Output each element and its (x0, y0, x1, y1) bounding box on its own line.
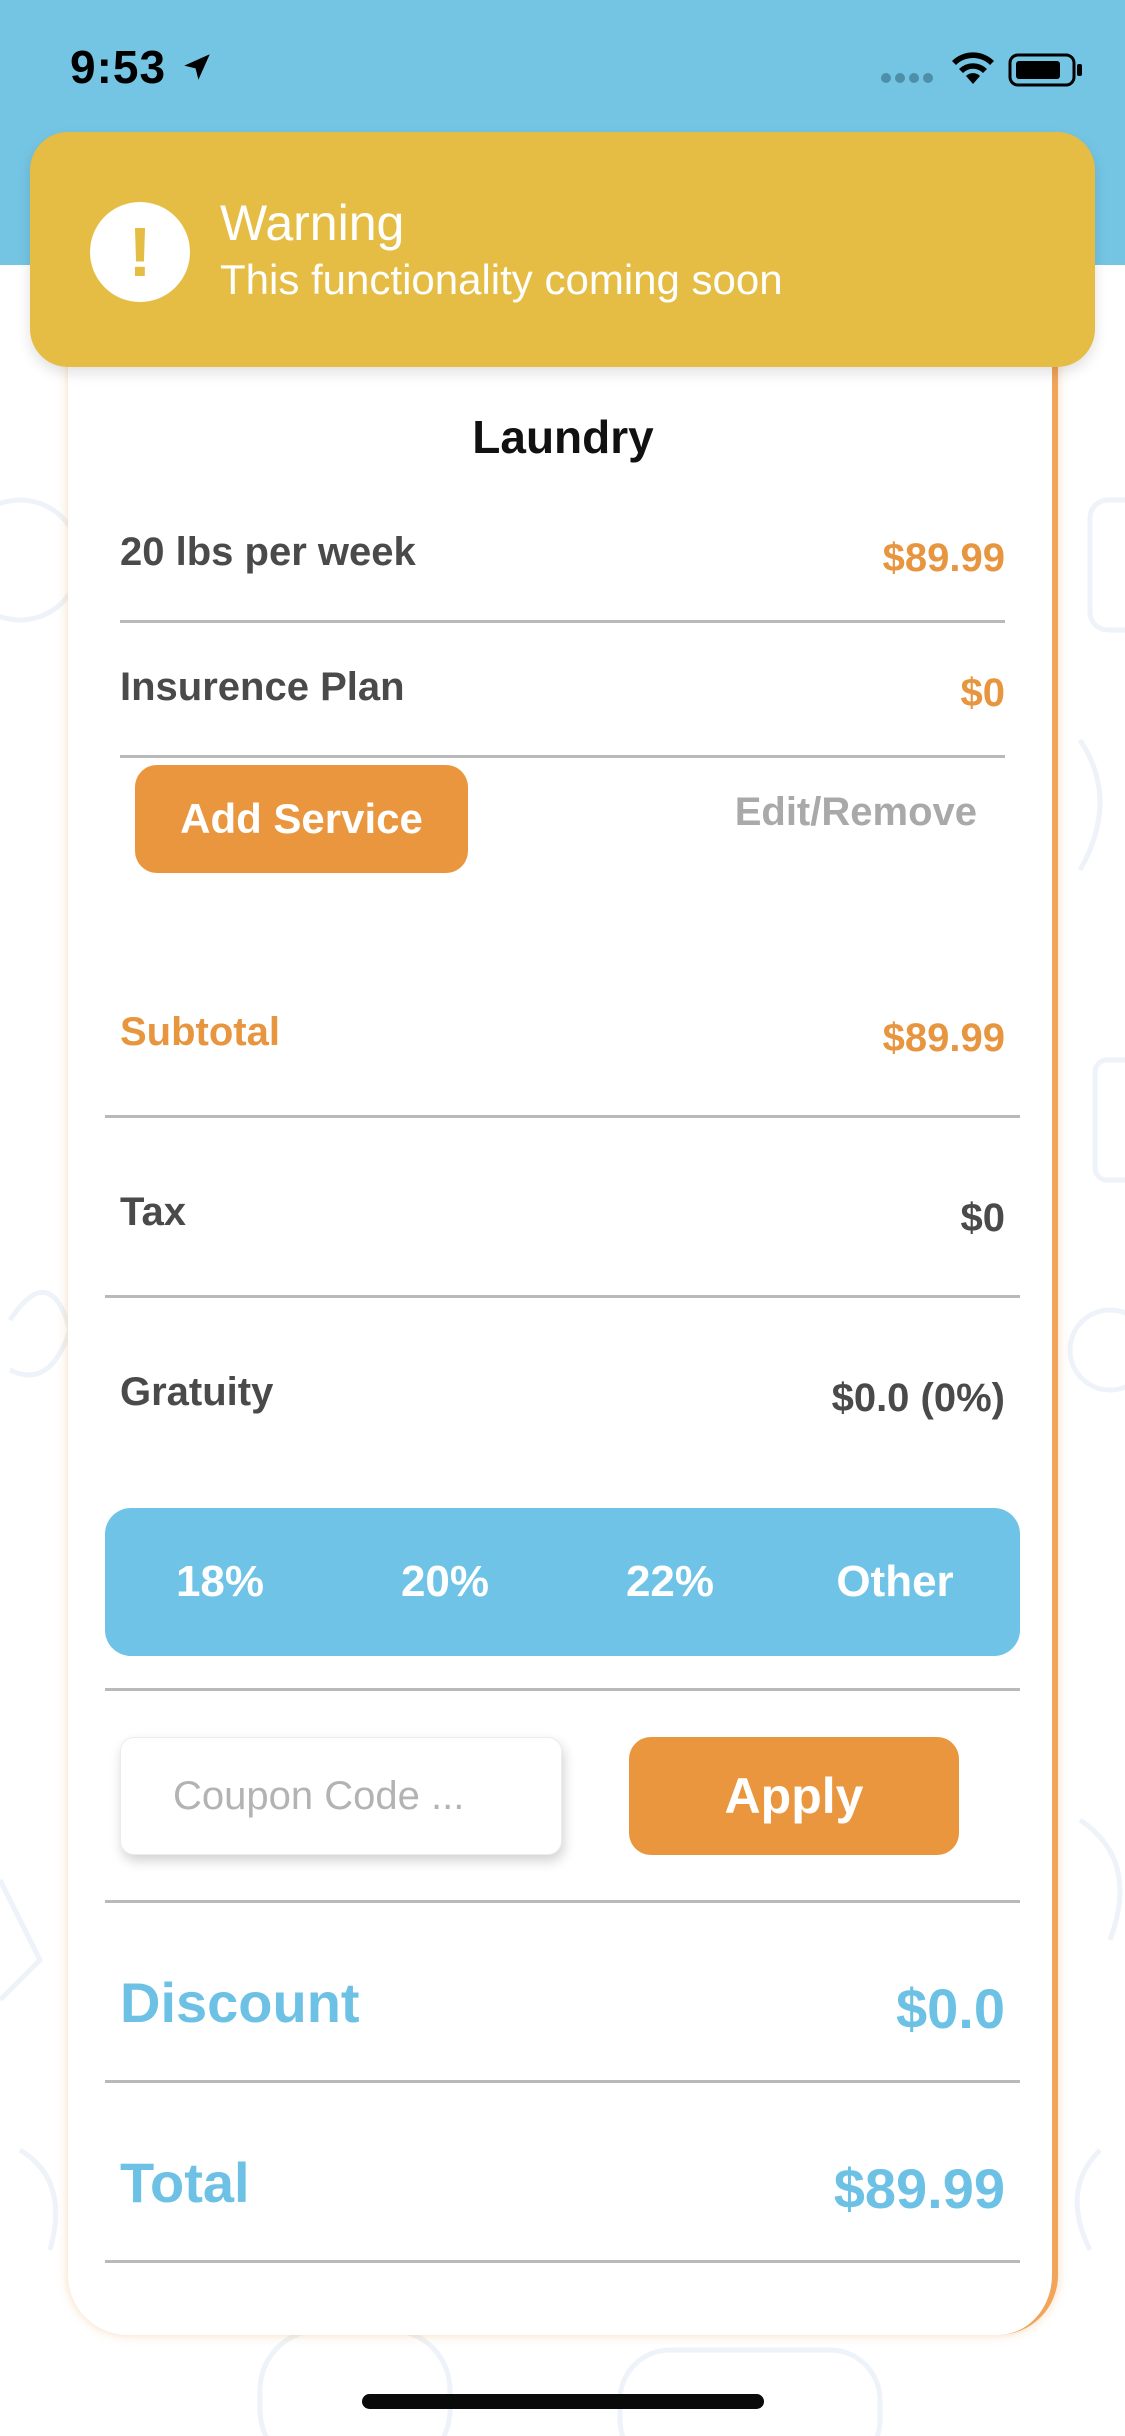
order-summary-card: Laundry 20 lbs per week $89.99 Insurence… (68, 300, 1058, 2335)
divider (105, 1115, 1020, 1118)
divider (120, 755, 1005, 758)
tax-row: Tax $0 (120, 1190, 1005, 1250)
subtotal-row: Subtotal $89.99 (120, 1010, 1005, 1070)
tip-options-bar: 18% 20% 22% Other (105, 1508, 1020, 1656)
discount-row: Discount $0.0 (120, 1970, 1005, 2050)
tip-option-22[interactable]: 22% (570, 1508, 770, 1656)
add-service-button[interactable]: Add Service (135, 765, 468, 873)
gratuity-label: Gratuity (120, 1370, 274, 1414)
divider (105, 1295, 1020, 1298)
divider (120, 620, 1005, 623)
coupon-code-field[interactable] (120, 1737, 562, 1855)
warning-exclamation-icon: ! (90, 202, 190, 302)
service-row[interactable]: Insurence Plan $0 (120, 665, 1005, 725)
subtotal-label: Subtotal (120, 1010, 280, 1054)
total-row: Total $89.99 (120, 2150, 1005, 2230)
divider (105, 2260, 1020, 2263)
location-arrow-icon (184, 54, 210, 80)
tip-option-18[interactable]: 18% (120, 1508, 320, 1656)
gratuity-value: $0.0 (0%) (831, 1376, 1005, 1420)
tax-value: $0 (960, 1196, 1006, 1240)
subtotal-value: $89.99 (882, 1016, 1005, 1060)
status-time: 9:53 (70, 41, 167, 93)
edit-remove-link[interactable]: Edit/Remove (735, 790, 977, 835)
warning-title: Warning (220, 195, 405, 251)
divider (105, 1688, 1020, 1691)
tax-label: Tax (120, 1190, 186, 1234)
service-price: $89.99 (882, 536, 1005, 580)
service-price: $0 (960, 671, 1006, 715)
cellular-signal-icon (881, 73, 933, 83)
warning-banner[interactable]: ! Warning This functionality coming soon (30, 132, 1095, 367)
discount-label: Discount (120, 1971, 360, 2034)
coupon-code-input[interactable] (121, 1738, 561, 1854)
tip-option-20[interactable]: 20% (345, 1508, 545, 1656)
home-indicator[interactable] (362, 2394, 764, 2409)
divider (105, 2080, 1020, 2083)
service-category-title: Laundry (472, 411, 654, 463)
apply-coupon-button[interactable]: Apply (629, 1737, 959, 1855)
tip-option-other[interactable]: Other (795, 1508, 995, 1656)
gratuity-row: Gratuity $0.0 (0%) (120, 1370, 1005, 1430)
total-label: Total (120, 2151, 250, 2214)
service-row[interactable]: 20 lbs per week $89.99 (120, 530, 1005, 590)
warning-message: This functionality coming soon (220, 256, 783, 303)
battery-icon (1008, 53, 1082, 87)
service-name: Insurence Plan (120, 665, 405, 709)
status-bar: 9:53 (0, 0, 1125, 135)
service-name: 20 lbs per week (120, 530, 416, 574)
wifi-icon (952, 52, 994, 84)
total-value: $89.99 (833, 2157, 1005, 2220)
divider (105, 1900, 1020, 1903)
discount-value: $0.0 (896, 1977, 1005, 2040)
